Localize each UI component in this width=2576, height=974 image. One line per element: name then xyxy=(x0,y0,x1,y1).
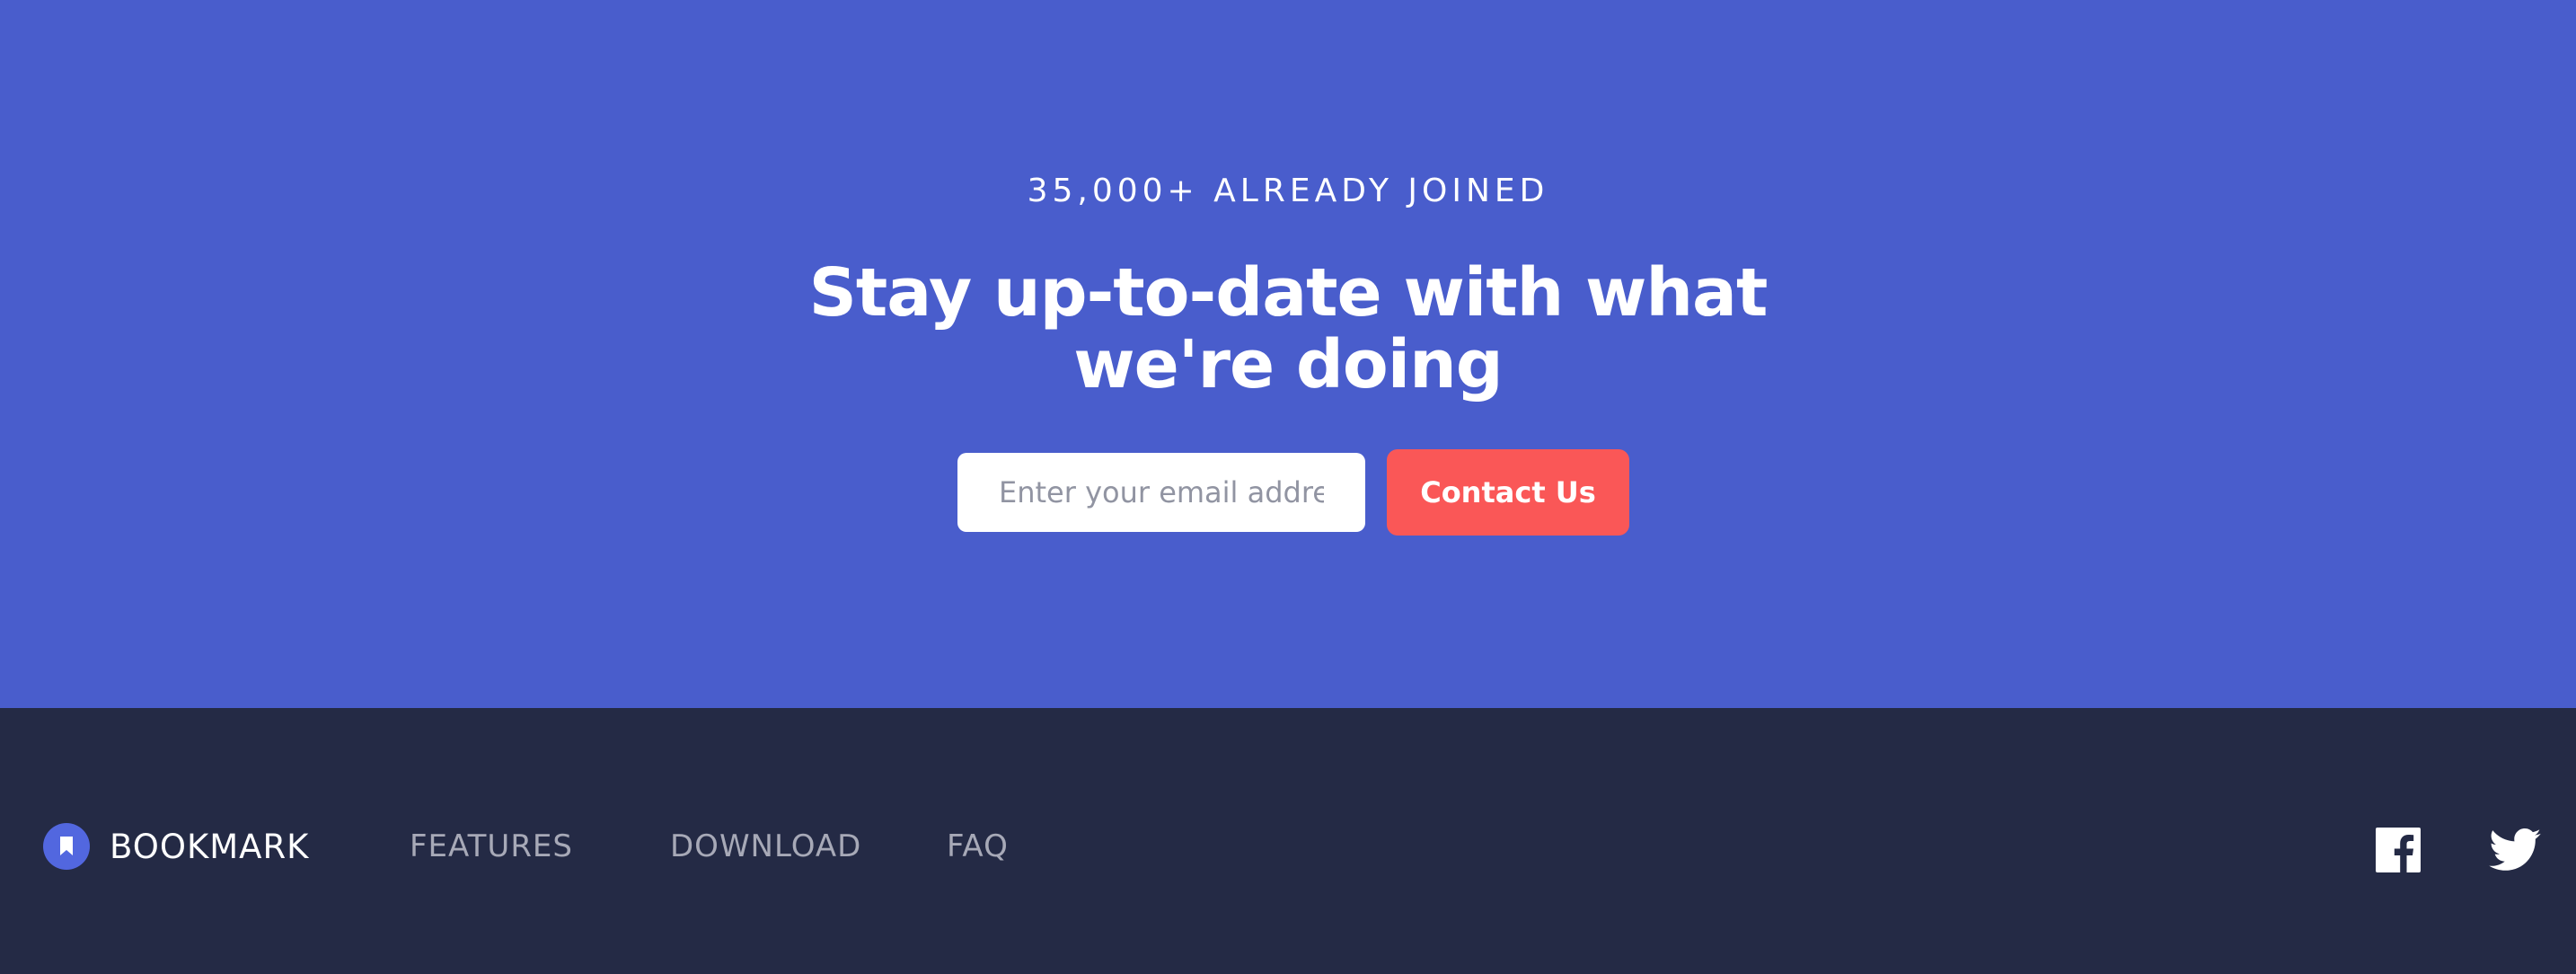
email-input[interactable] xyxy=(957,453,1365,532)
joined-count-label: 35,000+ ALREADY JOINED xyxy=(1027,173,1549,209)
bookmark-icon xyxy=(43,823,90,870)
footer: BOOKMARK FEATURES DOWNLOAD FAQ xyxy=(0,708,2576,974)
logo-text: BOOKMARK xyxy=(110,827,310,866)
contact-us-button[interactable]: Contact Us xyxy=(1387,449,1629,536)
footer-nav-features[interactable]: FEATURES xyxy=(410,828,573,864)
footer-nav-faq[interactable]: FAQ xyxy=(947,828,1009,864)
twitter-icon[interactable] xyxy=(2488,827,2542,873)
newsletter-headline: Stay up-to-date with what we're doing xyxy=(808,254,1769,403)
facebook-icon[interactable] xyxy=(2375,827,2422,873)
footer-nav-download[interactable]: DOWNLOAD xyxy=(670,828,861,864)
bookmark-logo[interactable]: BOOKMARK xyxy=(43,823,309,870)
newsletter-section: 35,000+ ALREADY JOINED Stay up-to-date w… xyxy=(0,0,2576,708)
